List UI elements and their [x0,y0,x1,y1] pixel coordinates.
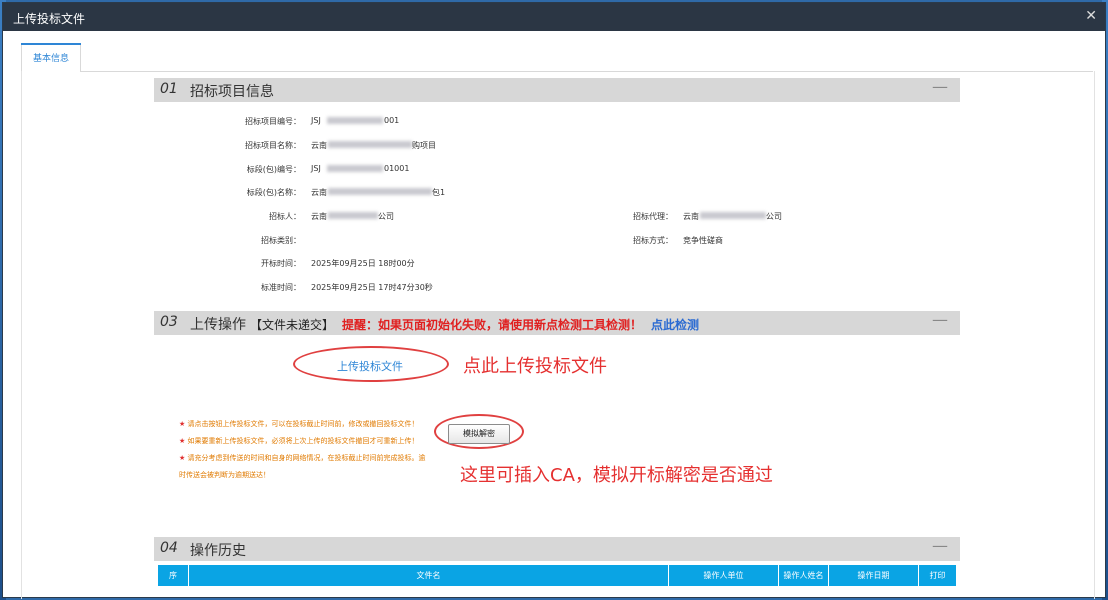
section-upload-header[interactable]: 03 上传操作 【文件未递交】 提醒：如果页面初始化失败，请使用新点检测工具检测… [154,310,960,335]
section-number: 04 [160,540,178,556]
label-open-time: 开标时间： [261,259,301,268]
label-agent: 招标代理： [633,212,673,221]
column-header-filename: 文件名 [189,565,669,586]
collapse-icon[interactable]: — [932,536,948,555]
label-method: 招标方式： [633,236,673,245]
column-header-operator-unit: 操作人单位 [669,565,779,586]
tab-bar: 基本信息 [21,43,1093,72]
section-title: 上传操作 [190,317,246,333]
column-header-operation-date: 操作日期 [829,565,919,586]
value-project-no-end: 001 [384,116,400,125]
value-agent-end: 公司 [766,212,782,221]
label-project-name: 招标项目名称： [245,141,301,150]
section-number: 03 [160,314,178,330]
section-number: 01 [160,81,178,97]
value-project-name-end: 购项目 [412,141,436,150]
label-project-no: 招标项目编号： [245,117,301,126]
label-standard-time: 标准时间： [261,283,301,292]
init-failure-notice: 提醒：如果页面初始化失败，请使用新点检测工具检测！ [342,318,643,332]
simulate-decrypt-button[interactable]: 模拟解密 [448,424,510,444]
simulate-annotation: 这里可插入CA，模拟开标解密是否通过 [460,465,773,486]
label-lot-no: 标段(包)编号： [246,165,301,174]
value-lot-name-end: 包1 [432,188,446,197]
title-bar: 上传投标文件 ✕ [3,3,1105,31]
section-title: 招标项目信息 [190,84,274,100]
upload-bid-file-button[interactable]: 上传投标文件 [337,358,403,374]
value-lot-name-start: 云南 [311,188,327,197]
value-open-time: 2025年09月25日 18时00分 [311,259,415,268]
value-lot-no-end: 01001 [384,164,410,173]
column-header-operator-name: 操作人姓名 [779,565,829,586]
upload-annotation: 点此上传投标文件 [463,356,607,377]
value-method: 竞争性磋商 [683,236,723,245]
value-tenderer-start: 云南 [311,212,327,221]
label-lot-name: 标段(包)名称： [246,188,301,197]
hint-item: ★ 请充分考虑到传送的时间和自身的网络情况，在投标截止时间前完成投标。逾时传送会… [179,454,426,479]
section-project-info-header[interactable]: 01 招标项目信息 — [154,77,960,102]
upload-hints: ★ 请点击按钮上传投标文件，可以在投标截止时间前，修改或撤回投标文件！ ★ 如果… [179,416,429,484]
close-icon[interactable]: ✕ [1085,8,1097,24]
label-tenderer: 招标人： [269,212,301,221]
value-project-name-start: 云南 [311,141,327,150]
value-lot-no-start: JSJ [311,164,321,173]
hint-item: ★ 如果要重新上传投标文件，必须将上次上传的投标文件撤回才可重新上传！ [179,437,419,445]
column-header-print: 打印 [919,565,956,586]
collapse-icon[interactable]: — [932,77,948,96]
value-agent-start: 云南 [683,212,699,221]
redacted-block [328,141,412,148]
hint-item: ★ 请点击按钮上传投标文件，可以在投标截止时间前，修改或撤回投标文件！ [179,420,419,428]
value-standard-time: 2025年09月25日 17时47分30秒 [311,283,433,292]
redacted-block [328,212,378,219]
section-history-header[interactable]: 04 操作历史 — [154,536,960,561]
column-header-index: 序 [158,565,189,586]
redacted-block [327,117,383,124]
upload-dialog: 上传投标文件 ✕ 基本信息 01 招标项目信息 — 招标项目编号： JSJ 00… [2,2,1106,599]
collapse-icon[interactable]: — [932,310,948,329]
label-category: 招标类别： [261,236,301,245]
window-title: 上传投标文件 [13,12,86,26]
value-project-no-start: JSJ [311,116,321,125]
submission-status: 【文件未递交】 [250,318,335,332]
detect-link[interactable]: 点此检测 [651,316,699,333]
redacted-block [328,188,432,195]
value-tenderer-end: 公司 [378,212,394,221]
redacted-block [700,212,766,219]
redacted-block [327,165,383,172]
section-title: 操作历史 [190,543,246,559]
tab-basic-info[interactable]: 基本信息 [21,43,81,72]
